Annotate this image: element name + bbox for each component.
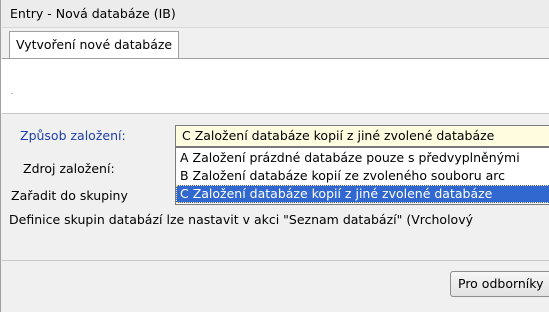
method-dropdown-list[interactable]: A Založení prázdné databáze pouze s před… (175, 147, 549, 205)
form-panel: Způsob založení: C Založení databáze kop… (2, 113, 549, 312)
option-c[interactable]: C Založení databáze kopií z jiné zvolené… (176, 185, 549, 203)
group-label: Zařadit do skupiny (11, 188, 128, 203)
option-b[interactable]: B Založení databáze kopií ze zvoleného s… (176, 167, 549, 185)
divider-dot (11, 93, 13, 94)
divider (2, 113, 549, 114)
window-title: Entry - Nová databáze (IB) (2, 0, 549, 28)
dialog-window: Entry - Nová databáze (IB) Vytvoření nov… (0, 0, 549, 312)
divider (2, 260, 549, 261)
tab-strip: Vytvoření nové databáze (2, 28, 549, 59)
method-label: Způsob založení: (20, 128, 126, 143)
expert-button[interactable]: Pro odborníky (450, 271, 549, 297)
tab-create-database[interactable]: Vytvoření nové databáze (9, 31, 180, 58)
option-a[interactable]: A Založení prázdné databáze pouze s před… (176, 149, 549, 167)
method-select[interactable]: C Založení databáze kopií z jiné zvolené… (175, 125, 549, 147)
content-gap (1, 59, 549, 113)
groups-info-text: Definice skupin databází lze nastavit v … (9, 212, 473, 227)
source-label: Zdroj založení: (23, 161, 115, 176)
